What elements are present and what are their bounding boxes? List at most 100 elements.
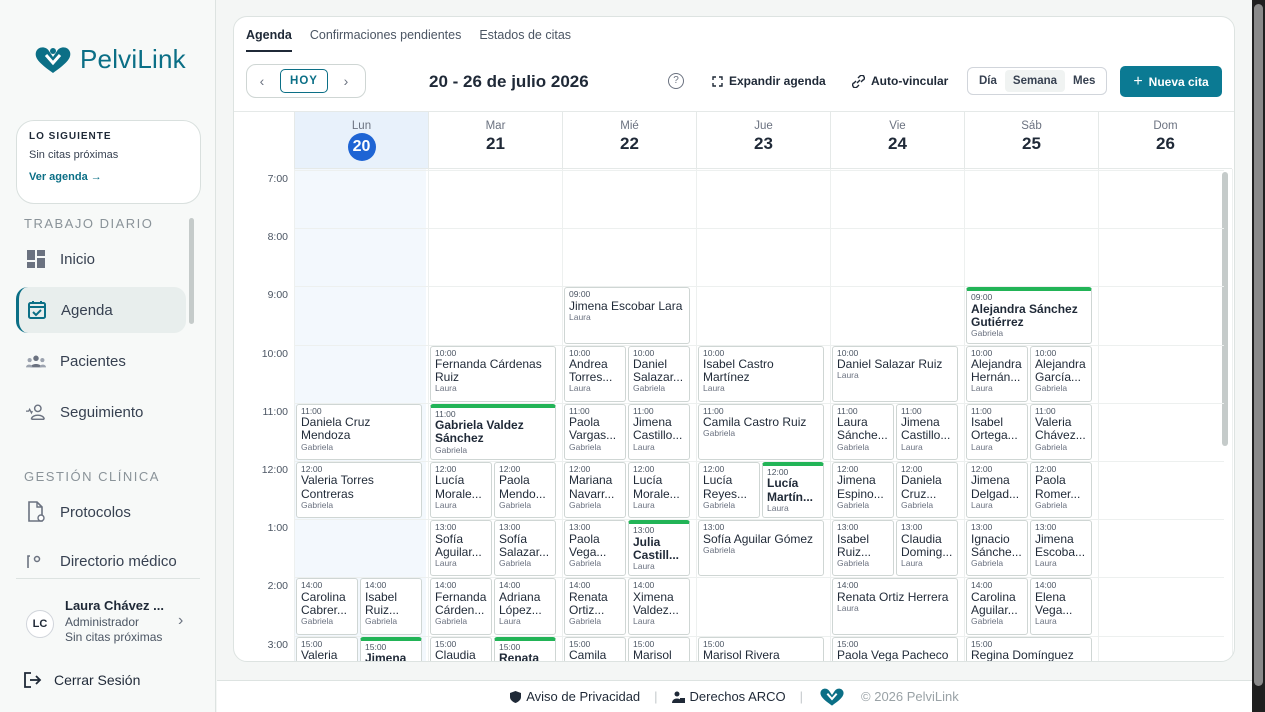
appointment-time: 13:00 [1035,522,1057,533]
day-header[interactable]: Dom 26 [1098,112,1232,169]
expand-agenda-button[interactable]: Expandir agenda [712,74,826,88]
appointment-card[interactable]: 13:00 Sofía Aguilar Gómez Gabriela [698,520,824,577]
day-header[interactable]: Jue 23 [696,112,830,169]
appointment-card[interactable]: 10:00 Andrea Torres... Laura [564,345,626,402]
sidebar-item-inicio[interactable]: Inicio [16,236,186,282]
window-scrollbar-thumb[interactable] [1254,4,1263,686]
appointment-card[interactable]: 10:00 Alejandra Hernán... Laura [966,345,1028,402]
tab-agenda[interactable]: Agenda [246,28,292,52]
appointment-card[interactable]: 14:00 Carolina Cabrer... Gabriela [296,578,358,635]
appointment-card[interactable]: 14:00 Ximena Valdez... Laura [628,578,690,635]
sidebar-item-agenda[interactable]: Agenda [16,287,186,333]
appointment-card[interactable]: 14:00 Elena Vega... Laura [1030,578,1092,635]
appointment-card[interactable]: 15:00 Marisol Rivera [698,636,824,661]
appointment-card[interactable]: 12:00 Mariana Navarr... Gabriela [564,462,626,519]
appointment-card[interactable]: 09:00 Jimena Escobar Lara Laura [564,287,690,344]
appointment-card[interactable]: 12:00 Valeria Torres Contreras Gabriela [296,462,422,519]
today-button[interactable]: HOY [280,69,328,93]
appointment-doctor: Gabriela [837,557,870,568]
privacy-link[interactable]: Aviso de Privacidad [510,689,640,704]
calendar-scrollbar[interactable] [1222,172,1228,446]
appointment-card[interactable]: 13:00 Isabel Ruiz... Gabriela [832,520,894,577]
appointment-card[interactable]: 12:00 Paola Romer... Gabriela [1030,462,1092,519]
appointment-card[interactable]: 12:00 Daniela Cruz... Gabriela [896,462,958,519]
appointment-card[interactable]: 14:00 Renata Ortiz Herrera Laura [832,578,958,635]
user-profile[interactable]: LC Laura Chávez ... Administrador Sin ci… [24,598,194,648]
day-header[interactable]: Vie 24 [830,112,964,169]
view-week-button[interactable]: Semana [1004,70,1066,92]
appointment-card[interactable]: 11:00 Gabriela Valdez Sánchez Gabriela [430,403,556,460]
calendar-check-icon [27,300,47,320]
auto-link-button[interactable]: Auto-vincular [852,74,948,88]
sidebar-item-directorio[interactable]: Directorio médico [16,540,186,568]
view-month-button[interactable]: Mes [1065,70,1103,92]
arco-rights-link[interactable]: Derechos ARCO [671,689,786,704]
appointment-card[interactable]: 10:00 Isabel Castro Martínez Laura [698,345,824,402]
appointment-card[interactable]: 12:00 Lucía Morale... Laura [628,462,690,519]
appointment-card[interactable]: 15:00 Camila [564,636,626,661]
appointment-card[interactable]: 10:00 Daniel Salazar... Gabriela [628,345,690,402]
tab-appointment-states[interactable]: Estados de citas [479,28,571,52]
appointment-card[interactable]: 11:00 Jimena Castillo... Laura [896,403,958,460]
appointment-card[interactable]: 11:00 Valeria Chávez... Gabriela [1030,403,1092,460]
footer: Aviso de Privacidad | Derechos ARCO | © … [217,680,1252,712]
appointment-card[interactable]: 13:00 Sofía Aguilar... Laura [430,520,492,577]
appointment-card[interactable]: 15:00 Renata [494,636,556,661]
appointment-card[interactable]: 11:00 Laura Sánche... Gabriela [832,403,894,460]
view-day-button[interactable]: Día [971,70,1005,92]
prev-week-button[interactable]: ‹ [247,73,277,89]
appointment-card[interactable]: 12:00 Jimena Delgad... Laura [966,462,1028,519]
appointment-card[interactable]: 14:00 Fernanda Cárden... Gabriela [430,578,492,635]
appointment-card[interactable]: 13:00 Paola Vega... Gabriela [564,520,626,577]
appointment-card[interactable]: 11:00 Camila Castro Ruiz Gabriela [698,403,824,460]
appointment-card[interactable]: 11:00 Jimena Castillo... Laura [628,403,690,460]
sidebar-item-pacientes[interactable]: Pacientes [16,338,186,384]
appointment-card[interactable]: 15:00 Marisol [628,636,690,661]
appointment-card[interactable]: 15:00 Valeria [296,636,358,661]
window-scrollbar[interactable] [1252,0,1265,712]
appointment-card[interactable]: 13:00 Sofía Salazar... Gabriela [494,520,556,577]
appointment-card[interactable]: 15:00 Paola Vega Pacheco [832,636,958,661]
appointment-card[interactable]: 11:00 Daniela Cruz Mendoza Gabriela [296,403,422,460]
appointment-card[interactable]: 14:00 Isabel Ruiz... Gabriela [360,578,422,635]
appointment-card[interactable]: 11:00 Isabel Ortega... Laura [966,403,1028,460]
appointment-card[interactable]: 13:00 Ignacio Sánche... Gabriela [966,520,1028,577]
day-header[interactable]: Lun 20 [294,112,428,169]
view-agenda-link[interactable]: Ver agenda → [29,171,188,183]
appointment-card[interactable]: 09:00 Alejandra Sánchez Gutiérrez Gabriela [966,287,1092,344]
appointment-patient: Claudia Doming... [901,532,953,559]
chevron-right-icon: › [178,612,184,629]
appointment-card[interactable]: 14:00 Carolina Aguilar... Gabriela [966,578,1028,635]
appointment-card[interactable]: 14:00 Renata Ortiz... Gabriela [564,578,626,635]
sidebar-item-seguimiento[interactable]: Seguimiento [16,389,186,435]
appointment-card[interactable]: 13:00 Julia Castill... Laura [628,520,690,577]
tab-confirmations[interactable]: Confirmaciones pendientes [310,28,461,52]
appointment-card[interactable]: 14:00 Adriana López... Laura [494,578,556,635]
next-week-button[interactable]: › [331,73,361,89]
appointment-card[interactable]: 13:00 Jimena Escoba... Laura [1030,520,1092,577]
help-icon[interactable]: ? [668,73,684,89]
appointment-card[interactable]: 12:00 Jimena Espino... Gabriela [832,462,894,519]
appointment-card[interactable]: 15:00 Claudia [430,636,492,661]
appointment-card[interactable]: 15:00 Jimena [360,636,422,661]
appointment-card[interactable]: 12:00 Lucía Martín... Laura [762,462,824,519]
brand-logo[interactable]: PelviLink [32,44,186,75]
new-appointment-button[interactable]: + Nueva cita [1120,66,1222,97]
appointment-time: 12:00 [767,467,789,477]
appointment-card[interactable]: 10:00 Fernanda Cárdenas Ruiz Laura [430,345,556,402]
appointment-card[interactable]: 12:00 Lucía Reyes... Gabriela [698,462,760,519]
day-header[interactable]: Mié 22 [562,112,696,169]
appointment-card[interactable]: 15:00 Regina Domínguez [966,636,1092,661]
appointment-card[interactable]: 11:00 Paola Vargas... Gabriela [564,403,626,460]
sidebar-item-protocolos[interactable]: Protocolos [16,489,186,535]
logout-button[interactable]: Cerrar Sesión [24,672,140,688]
day-header[interactable]: Mar 21 [428,112,562,169]
day-header[interactable]: Sáb 25 [964,112,1098,169]
appointment-card[interactable]: 10:00 Daniel Salazar Ruiz Laura [832,345,958,402]
appointment-card[interactable]: 12:00 Paola Mendo... Gabriela [494,462,556,519]
appointment-card[interactable]: 12:00 Lucía Morale... Laura [430,462,492,519]
appointment-card[interactable]: 13:00 Claudia Doming... Laura [896,520,958,577]
appointment-card[interactable]: 10:00 Alejandra García... Gabriela [1030,345,1092,402]
sidebar-scrollbar[interactable] [189,218,194,324]
day-name: Mié [620,120,639,132]
